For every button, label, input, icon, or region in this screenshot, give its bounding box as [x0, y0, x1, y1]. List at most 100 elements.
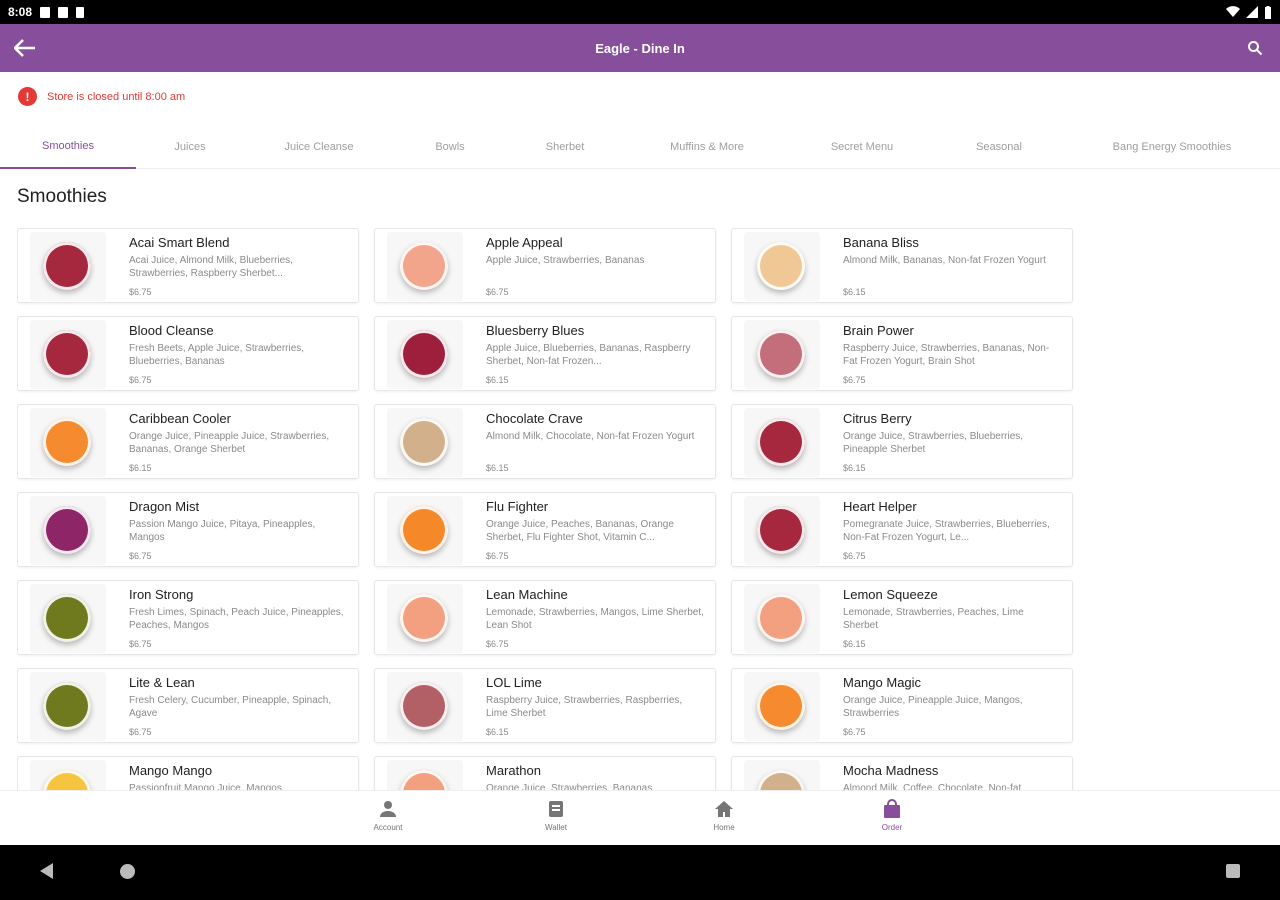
product-price: $6.15: [843, 639, 866, 649]
app-bar: Eagle - Dine In: [0, 24, 1280, 72]
product-card[interactable]: Heart Helper Pomegranate Juice, Strawberr…: [731, 492, 1073, 567]
nav-wallet-label: Wallet: [545, 823, 567, 832]
product-card[interactable]: Bluesberry Blues Apple Juice, Blueberries…: [374, 316, 716, 391]
product-price: $6.75: [486, 639, 509, 649]
product-name: Iron Strong: [129, 587, 194, 602]
nav-home[interactable]: Home: [694, 799, 754, 832]
product-card[interactable]: Lite & Lean Fresh Celery, Cucumber, Pinea…: [17, 668, 359, 743]
product-card[interactable]: Acai Smart Blend Acai Juice, Almond Milk,…: [17, 228, 359, 303]
product-description: Orange Juice, Peaches, Bananas, Orange S…: [486, 519, 674, 543]
notice-text: Store is closed until 8:00 am: [47, 90, 186, 103]
product-name: Marathon: [486, 763, 541, 778]
product-name: Mango Magic: [843, 675, 922, 690]
product-name: Dragon Mist: [129, 499, 200, 514]
notification-icon: [40, 6, 51, 18]
signal-icon: [1246, 6, 1258, 18]
product-card[interactable]: Iron Strong Fresh Limes, Spinach, Peach J…: [17, 580, 359, 655]
product-card[interactable]: Lean Machine Lemonade, Strawberries, Mang…: [374, 580, 716, 655]
status-bar: 8:08: [0, 0, 1280, 24]
tab-sherbet[interactable]: Sherbet: [506, 124, 624, 169]
product-card[interactable]: Dragon Mist Passion Mango Juice, Pitaya, …: [17, 492, 359, 567]
tab-muffins-more[interactable]: Muffins & More: [624, 124, 790, 169]
product-price: $6.75: [129, 287, 152, 297]
search-button[interactable]: [1230, 24, 1280, 72]
product-card[interactable]: Chocolate Crave Almond Milk, Chocolate, N…: [374, 404, 716, 479]
product-grid: Acai Smart Blend Acai Juice, Almond Milk,…: [17, 228, 1077, 790]
nav-account[interactable]: Account: [358, 799, 418, 832]
product-card[interactable]: Caribbean Cooler Orange Juice, Pineapple …: [17, 404, 359, 479]
product-card[interactable]: Lemon Squeeze Lemonade, Strawberries, Pea…: [731, 580, 1073, 655]
tab-bowls[interactable]: Bowls: [394, 124, 506, 169]
product-name: Lemon Squeeze: [843, 587, 938, 602]
product-description: Apple Juice, Strawberries, Bananas: [486, 255, 645, 266]
product-description: Almond Milk, Coffee, Chocolate, Non-fat: [843, 783, 1022, 790]
storage-icon: [76, 6, 85, 18]
product-card[interactable]: Apple Appeal Apple Juice, Strawberries, B…: [374, 228, 716, 303]
product-card[interactable]: Mango Magic Orange Juice, Pineapple Juice…: [731, 668, 1073, 743]
tab-bang-energy-smoothies[interactable]: Bang Energy Smoothies: [1064, 124, 1280, 169]
product-card[interactable]: Blood Cleanse Fresh Beets, Apple Juice, S…: [17, 316, 359, 391]
product-price: $6.75: [843, 727, 866, 737]
product-description: Almond Milk, Bananas, Non-fat Frozen Yog…: [843, 255, 1046, 266]
product-name: Lean Machine: [486, 587, 568, 602]
product-name: Brain Power: [843, 323, 914, 338]
smoothie-cup-icon: [43, 242, 91, 290]
nav-order[interactable]: Order: [862, 799, 922, 832]
product-name: LOL Lime: [486, 675, 542, 690]
product-card[interactable]: Brain Power Raspberry Juice, Strawberries…: [731, 316, 1073, 391]
product-card[interactable]: Mocha Madness Almond Milk, Coffee, Chocol…: [731, 756, 1073, 790]
system-navigation-bar: [0, 845, 1280, 900]
product-price: $6.75: [129, 727, 152, 737]
product-price: $6.15: [129, 463, 152, 473]
product-card[interactable]: Flu Fighter Orange Juice, Peaches, Banana…: [374, 492, 716, 567]
product-description: Orange Juice, Strawberries, Blueberries,…: [843, 431, 1024, 455]
nav-wallet[interactable]: Wallet: [526, 799, 586, 832]
smoothie-cup-icon: [43, 418, 91, 466]
product-card[interactable]: LOL Lime Raspberry Juice, Strawberries, R…: [374, 668, 716, 743]
product-description: Lemonade, Strawberries, Mangos, Lime She…: [486, 607, 704, 631]
system-home-icon[interactable]: [120, 864, 135, 879]
product-name: Citrus Berry: [843, 411, 912, 426]
product-price: $6.15: [486, 727, 509, 737]
product-description: Orange Juice, Pineapple Juice, Mangos, S…: [843, 695, 1023, 719]
product-card[interactable]: Banana Bliss Almond Milk, Bananas, Non-fa…: [731, 228, 1073, 303]
smoothie-cup-icon: [43, 330, 91, 378]
system-back-icon[interactable]: [40, 863, 53, 879]
status-time: 8:08: [8, 5, 33, 19]
product-description: Lemonade, Strawberries, Peaches, Lime Sh…: [843, 607, 1024, 631]
home-icon: [715, 801, 733, 817]
product-card[interactable]: Citrus Berry Orange Juice, Strawberries, …: [731, 404, 1073, 479]
wallet-icon: [549, 801, 563, 817]
product-price: $6.75: [486, 287, 509, 297]
product-name: Caribbean Cooler: [129, 411, 231, 426]
tab-secret-menu[interactable]: Secret Menu: [790, 124, 934, 169]
smoothie-cup-icon: [757, 594, 805, 642]
product-description: Almond Milk, Chocolate, Non-fat Frozen Y…: [486, 431, 695, 442]
product-price: $6.75: [129, 551, 152, 561]
product-description: Orange Juice, Pineapple Juice, Strawberr…: [129, 431, 330, 455]
tab-juice-cleanse[interactable]: Juice Cleanse: [244, 124, 394, 169]
back-button[interactable]: [0, 24, 50, 72]
tab-smoothies[interactable]: Smoothies: [0, 124, 136, 169]
smoothie-cup-icon: [757, 330, 805, 378]
tab-seasonal[interactable]: Seasonal: [934, 124, 1064, 169]
smoothie-cup-icon: [43, 682, 91, 730]
product-price: $6.75: [843, 375, 866, 385]
product-description: Fresh Limes, Spinach, Peach Juice, Pinea…: [129, 607, 344, 631]
product-card[interactable]: Marathon Orange Juice, Strawberries, Bana…: [374, 756, 716, 790]
smoothie-cup-icon: [400, 506, 448, 554]
product-name: Heart Helper: [843, 499, 917, 514]
tab-juices[interactable]: Juices: [136, 124, 244, 169]
product-price: $6.75: [129, 375, 152, 385]
product-price: $6.15: [486, 375, 509, 385]
product-card[interactable]: Mango Mango Passionfruit Mango Juice, Man…: [17, 756, 359, 790]
product-price: $6.75: [486, 551, 509, 561]
product-description: Passionfruit Mango Juice, Mangos: [129, 783, 282, 790]
system-recents-icon[interactable]: [1226, 864, 1240, 878]
product-description: Apple Juice, Blueberries, Bananas, Raspb…: [486, 343, 691, 367]
product-description: Orange Juice, Strawberries, Bananas: [486, 783, 653, 790]
product-name: Banana Bliss: [843, 235, 919, 250]
product-description: Pomegranate Juice, Strawberries, Blueber…: [843, 519, 1050, 543]
wifi-icon: [1226, 6, 1240, 18]
smoothie-cup-icon: [400, 682, 448, 730]
